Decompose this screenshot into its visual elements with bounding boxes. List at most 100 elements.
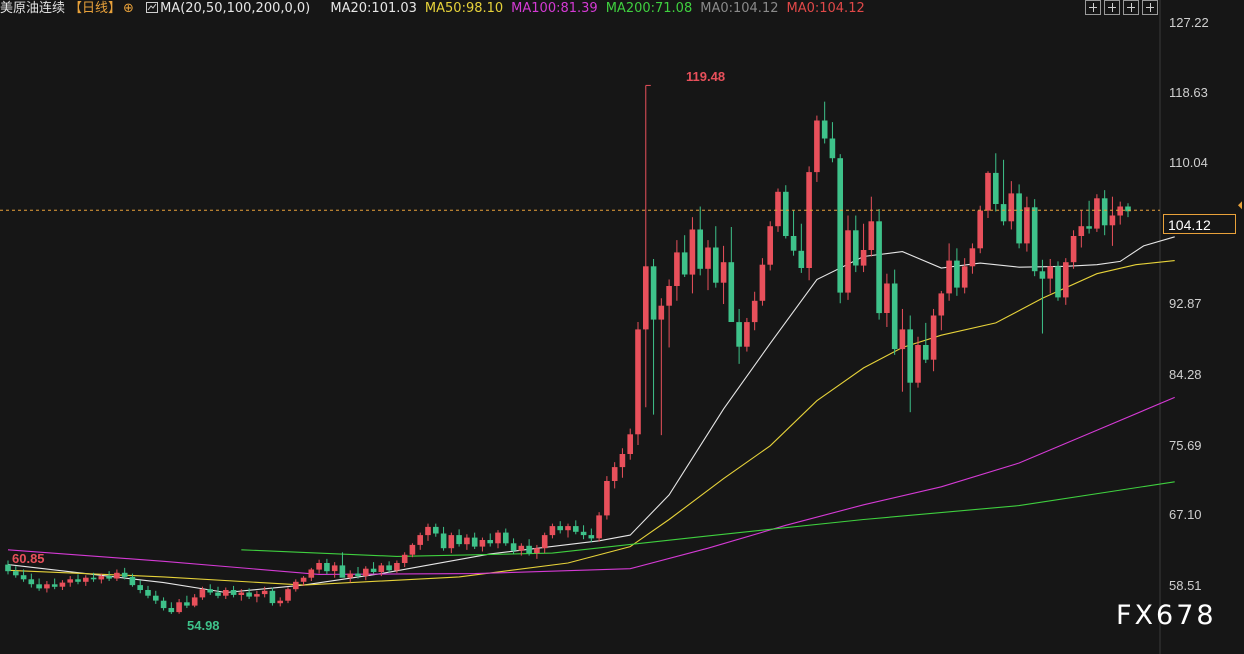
candle-body [884,283,890,313]
candle [713,226,719,288]
ma-value-3: MA200:71.08 [605,1,693,16]
candle-body [433,526,439,534]
candle-body [821,120,828,139]
candle [1055,261,1061,301]
candle-body [565,526,571,531]
candle-body [728,262,735,322]
candle [643,85,649,408]
candle-body [36,584,42,589]
candle-body [153,595,159,601]
candle-body [355,573,361,577]
chart-root: 美原油连续 【日线】 ⊕ MA(20,50,100,200,0,0) MA20:10… [0,0,1244,654]
candle [1101,190,1108,236]
candle [191,594,198,608]
candle [705,240,711,291]
zoom-out-icon[interactable] [1104,0,1120,15]
candle-body [658,305,665,320]
candle [930,308,937,372]
candle [1070,230,1077,269]
chart-toolbar [1085,0,1158,16]
candle [1063,258,1069,305]
candle-body [961,266,968,288]
zoom-in-icon[interactable] [1085,0,1101,15]
candle [767,221,773,271]
candle [67,576,73,587]
candle-body [495,532,501,544]
candle [720,245,727,305]
candle-body [370,568,377,572]
ma-value-0: MA20:101.03 [330,1,417,16]
candle-body [697,229,703,269]
candle-body [121,572,128,577]
candle [145,585,151,599]
candle-body [417,535,423,545]
candle [503,528,509,546]
candle [666,279,672,348]
candle [269,587,276,606]
candle-body [611,467,618,481]
candle [798,223,805,273]
candle-body [1086,226,1092,229]
candle [5,560,11,575]
candle [339,552,346,578]
candle [993,153,999,212]
scroll-right-icon[interactable] [1142,0,1158,15]
candle [751,291,758,331]
candle-body [868,221,875,250]
candle [75,574,81,585]
candle-body [674,252,680,286]
ma-value-2: MA100:81.39 [511,1,598,16]
candle [845,215,851,300]
candle-body [923,345,929,360]
candle-body [751,300,758,323]
candle-body [510,543,517,551]
candle-body [168,608,175,613]
candle-body [588,535,595,539]
candle-body [223,590,229,596]
settings-circle-icon[interactable]: ⊕ [123,1,134,16]
candle-body [59,582,66,587]
ma-line-MA100 [7,396,1175,575]
candle-body [207,589,213,593]
candle-body [814,120,820,173]
candle-body [1008,193,1015,222]
candle [588,528,595,543]
candle-body [798,250,805,268]
candle-body [293,581,299,590]
candle [440,526,447,551]
candle [1000,159,1007,226]
candle-body [705,247,711,269]
scroll-left-icon[interactable] [1123,0,1139,15]
candle-body [160,600,167,609]
candles [5,84,1131,614]
candle [806,166,812,281]
period-selector[interactable]: 【日线】 [69,1,121,16]
candle-body [238,592,245,595]
candle-body [90,577,97,580]
candle-body [681,252,688,275]
candle-body [993,172,999,204]
y-tick: 67.10 [1169,507,1202,522]
candle [331,562,338,578]
indicator-group[interactable]: MA(20,50,100,200,0,0) [146,1,322,16]
low-annotation: 54.98 [187,618,220,633]
candle [1109,196,1116,246]
candle-body [215,592,221,596]
candle-body [1063,262,1069,298]
candle [790,210,797,256]
candle-body [1000,204,1007,222]
candlestick-chart[interactable] [0,0,1244,654]
candle-body [767,226,773,265]
candle [168,602,175,614]
y-tick: 75.69 [1169,438,1202,453]
candle [596,512,602,542]
candle [471,532,478,550]
candle-body [1039,271,1046,279]
y-tick: 118.63 [1169,85,1208,100]
candle [728,227,735,322]
candle-body [930,315,937,360]
candle-body [541,535,548,549]
candle-body [650,266,657,320]
y-tick: 110.04 [1169,155,1208,170]
candle-body [596,515,602,539]
